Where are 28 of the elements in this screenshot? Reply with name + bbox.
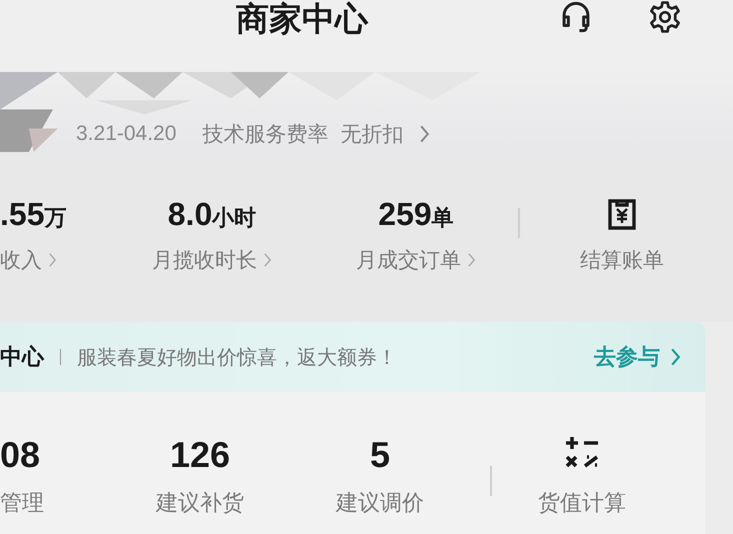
- stat-label[interactable]: 月揽收时长: [152, 246, 257, 274]
- stat-label[interactable]: 月成交订单: [356, 246, 461, 274]
- date-range: 3.21-04.20: [76, 122, 176, 146]
- stat-label[interactable]: 结算账单: [580, 246, 664, 274]
- banner-title: 中心: [0, 344, 44, 372]
- page-title: 商家中心: [236, 1, 368, 37]
- stat-label[interactable]: 收入: [0, 246, 42, 274]
- banner-text: 服装春夏好物出价惊喜，返大额券！: [77, 344, 398, 370]
- fee-value: 无折扣: [340, 121, 404, 148]
- chevron-icon[interactable]: [419, 124, 430, 144]
- tool-value: 08: [0, 434, 40, 477]
- stat-value: 8.0小时: [168, 196, 256, 234]
- fee-label: 技术服务费率: [202, 121, 328, 148]
- chevron-icon[interactable]: [48, 252, 57, 268]
- settings-icon[interactable]: [648, 0, 682, 34]
- chevron-icon[interactable]: [670, 347, 681, 367]
- chevron-icon[interactable]: [263, 252, 272, 268]
- chevron-icon[interactable]: [467, 252, 476, 268]
- stat-value: 259单: [378, 196, 454, 234]
- tool-label[interactable]: 建议调价: [336, 488, 424, 518]
- stat-value: .55万: [0, 196, 66, 234]
- tool-label[interactable]: 管理: [0, 488, 44, 518]
- join-link[interactable]: 去参与: [594, 342, 660, 372]
- tool-label[interactable]: 货值计算: [538, 488, 626, 518]
- tool-value: 5: [370, 434, 390, 477]
- tool-label[interactable]: 建议补货: [156, 488, 244, 518]
- promo-banner[interactable]: 中心 服装春夏好物出价惊喜，返大额券！ 去参与: [0, 322, 705, 392]
- tool-value: 126: [170, 434, 230, 477]
